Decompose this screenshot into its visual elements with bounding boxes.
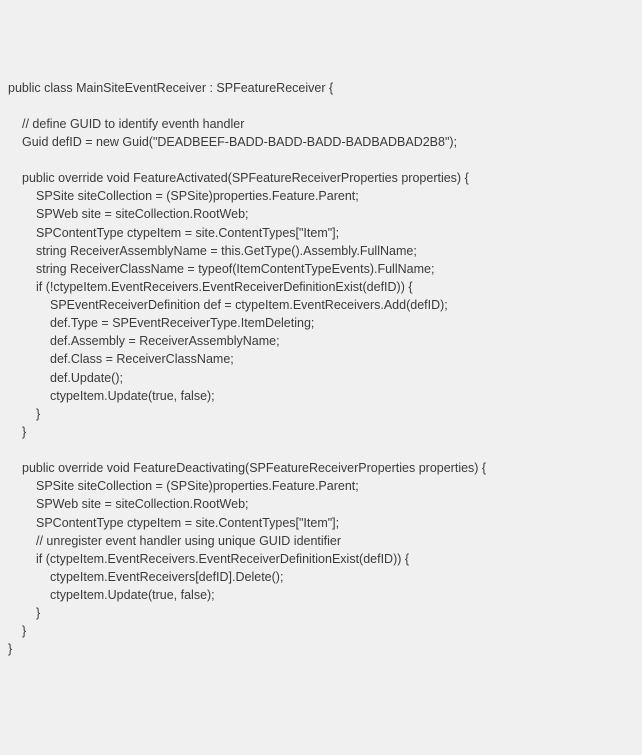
code-line: Guid defID = new Guid("DEADBEEF-BADD-BAD… (8, 133, 634, 151)
code-line: } (8, 405, 634, 423)
code-line: } (8, 640, 634, 658)
code-line: SPWeb site = siteCollection.RootWeb; (8, 495, 634, 513)
code-line (8, 151, 634, 169)
code-line: // define GUID to identify eventh handle… (8, 115, 634, 133)
code-line: def.Update(); (8, 369, 634, 387)
code-line: public override void FeatureActivated(SP… (8, 169, 634, 187)
code-line: ctypeItem.Update(true, false); (8, 387, 634, 405)
code-line: } (8, 423, 634, 441)
code-line: if (!ctypeItem.EventReceivers.EventRecei… (8, 278, 634, 296)
code-line: SPEventReceiverDefinition def = ctypeIte… (8, 296, 634, 314)
code-line: ctypeItem.Update(true, false); (8, 586, 634, 604)
code-line: def.Type = SPEventReceiverType.ItemDelet… (8, 314, 634, 332)
code-line: string ReceiverClassName = typeof(ItemCo… (8, 260, 634, 278)
code-line: SPContentType ctypeItem = site.ContentTy… (8, 514, 634, 532)
code-line: string ReceiverAssemblyName = this.GetTy… (8, 242, 634, 260)
code-line: SPSite siteCollection = (SPSite)properti… (8, 187, 634, 205)
code-line: // unregister event handler using unique… (8, 532, 634, 550)
code-line (8, 97, 634, 115)
code-line: SPContentType ctypeItem = site.ContentTy… (8, 224, 634, 242)
code-line: public class MainSiteEventReceiver : SPF… (8, 79, 634, 97)
code-line: } (8, 604, 634, 622)
code-line: def.Class = ReceiverClassName; (8, 350, 634, 368)
code-line: SPWeb site = siteCollection.RootWeb; (8, 205, 634, 223)
code-line: public override void FeatureDeactivating… (8, 459, 634, 477)
code-line (8, 441, 634, 459)
code-line: if (ctypeItem.EventReceivers.EventReceiv… (8, 550, 634, 568)
code-line: SPSite siteCollection = (SPSite)properti… (8, 477, 634, 495)
code-line: def.Assembly = ReceiverAssemblyName; (8, 332, 634, 350)
code-line: } (8, 622, 634, 640)
code-block: public class MainSiteEventReceiver : SPF… (8, 79, 634, 659)
